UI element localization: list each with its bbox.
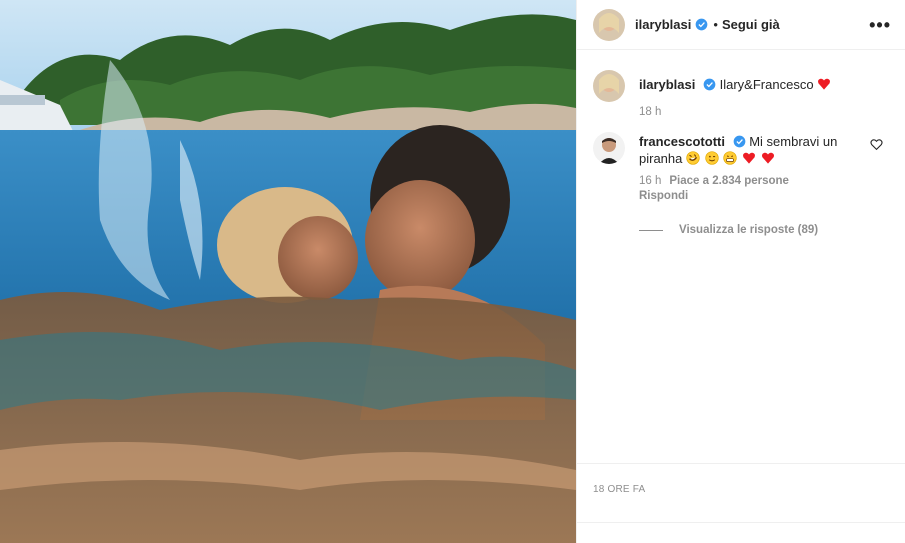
post-header: ilaryblasi • Segui già •••	[577, 0, 905, 50]
caption-time: 18 h	[639, 106, 662, 118]
comment-like-heart-icon[interactable]	[870, 138, 883, 151]
author-avatar[interactable]	[593, 8, 625, 41]
heart-emoji-icon	[761, 152, 774, 164]
caption: ilaryblasi Ilary&Francesco 18 h	[577, 50, 905, 118]
verified-badge-icon	[703, 78, 716, 91]
replies-divider-line	[639, 229, 663, 231]
author-username[interactable]: ilaryblasi	[635, 17, 691, 32]
heart-emoji-icon	[742, 152, 755, 164]
heart-emoji-icon	[818, 78, 831, 90]
view-replies-button[interactable]: Visualizza le risposte (89)	[639, 224, 905, 236]
post-image	[0, 0, 576, 543]
comment-likes-link[interactable]: Piace a 2.834 persone	[669, 175, 789, 187]
comment-time: 16 h	[639, 175, 662, 187]
grin-emoji-icon	[723, 151, 737, 165]
verified-badge-icon	[696, 18, 708, 31]
more-options-icon[interactable]: •••	[869, 16, 891, 34]
wink-emoji-icon	[704, 151, 719, 165]
verified-badge-icon	[733, 135, 745, 148]
view-replies-label: Visualizza le risposte (89)	[679, 224, 819, 236]
commenter-username[interactable]: francescototti	[639, 134, 725, 149]
header-separator: •	[713, 17, 718, 32]
footer-divider	[577, 522, 905, 523]
comment-meta: 16 h Piace a 2.834 persone	[639, 175, 905, 187]
caption-username[interactable]: ilaryblasi	[639, 77, 695, 92]
reply-button[interactable]: Rispondi	[639, 190, 905, 202]
post-timestamp[interactable]: 18 ORE FA	[593, 484, 645, 495]
post-photo[interactable]	[0, 0, 576, 543]
post-footer: 18 ORE FA	[577, 463, 905, 543]
caption-text: Ilary&Francesco	[719, 77, 814, 92]
caption-avatar[interactable]	[593, 70, 625, 102]
rofl-emoji-icon	[686, 151, 700, 165]
post-sidebar: ilaryblasi • Segui già ••• ilaryblasi Il…	[576, 0, 905, 543]
commenter-avatar[interactable]	[593, 132, 625, 164]
follow-button[interactable]: Segui già	[722, 17, 780, 32]
comment-item: francescototti Mi sembravi un piranha	[577, 118, 905, 167]
